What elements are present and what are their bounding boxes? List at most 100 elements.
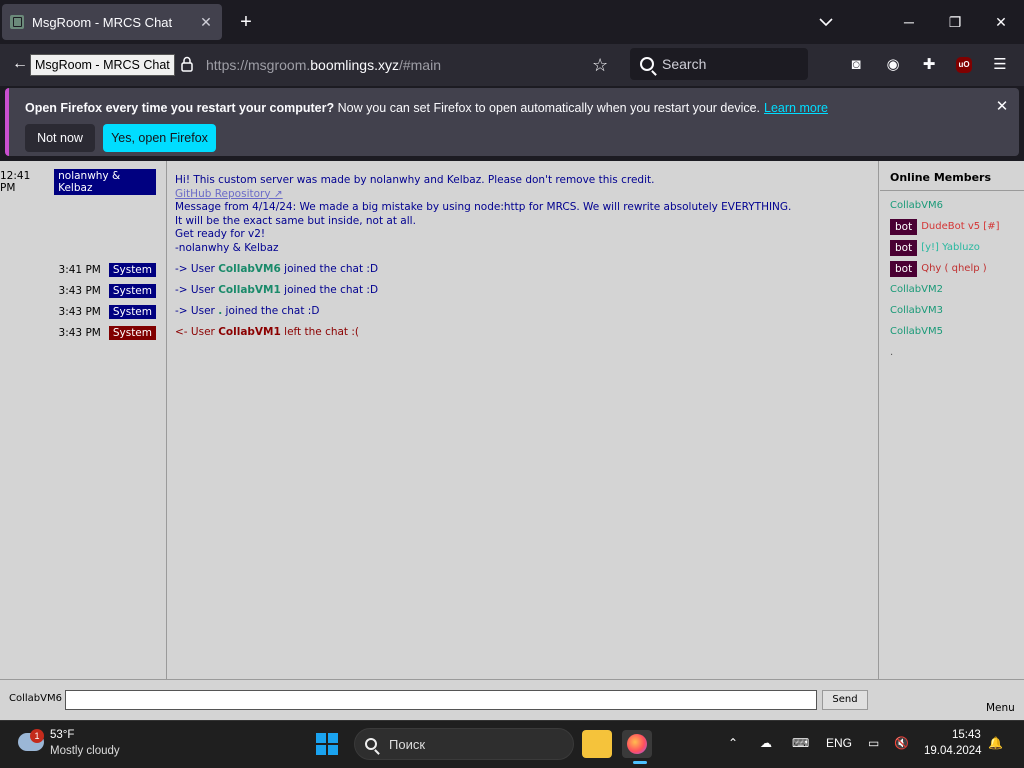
taskbar-search[interactable]: Поиск [354,728,574,760]
notifications-bell-icon[interactable]: 🔔 [988,736,1003,750]
member-name: [y!] Yabluzo [921,242,980,253]
message-line: Message from 4/14/24: We made a big mist… [175,201,792,213]
minimize-button[interactable]: ─ [896,10,922,34]
notification-bold-text: Open Firefox every time you restart your… [25,101,335,115]
navigation-bar: ← MsgRoom - MRCS Chat https://msgroom.bo… [0,44,1024,86]
cloud-sync-icon[interactable]: ☁ [760,736,772,750]
url-prefix: https://msgroom. [206,57,311,73]
message-line: Get ready for v2! [175,228,266,240]
message-input[interactable] [65,690,817,710]
tab-tooltip: MsgRoom - MRCS Chat [30,54,175,76]
message-line: Hi! This custom server was made by nolan… [175,174,655,186]
search-icon [640,57,654,71]
message-meta: 3:43 PM System [59,325,156,341]
active-app-indicator [633,761,647,764]
online-members-panel: Online Members CollabVM6 bot DudeBot v5 [… [880,161,1024,679]
network-icon[interactable]: ▭ [868,736,879,750]
system-prefix: -> User [175,284,219,296]
language-indicator[interactable]: ENG [826,736,852,750]
ublock-origin-icon[interactable]: uO [956,57,972,73]
message-body: Hi! This custom server was made by nolan… [175,174,791,255]
notification-count-badge: 1 [30,729,44,743]
chevron-up-icon[interactable]: ⌃ [728,736,738,750]
system-message: -> User CollabVM1 joined the chat :D [175,284,378,296]
system-message: -> User CollabVM6 joined the chat :D [175,263,378,275]
restore-button[interactable]: ❐ [942,10,968,34]
clock-date[interactable]: 19.04.2024 [924,745,982,757]
keyboard-icon[interactable]: ⌨ [792,736,809,750]
send-button[interactable]: Send [822,690,868,710]
message-list: Hi! This custom server was made by nolan… [167,161,879,679]
not-now-button[interactable]: Not now [25,124,95,152]
back-arrow-icon[interactable]: ← [12,54,32,74]
author-badge[interactable]: System [108,263,156,277]
message-meta: 3:41 PM System [59,262,156,278]
notification-text: Now you can set Firefox to open automati… [334,101,761,115]
system-suffix: left the chat :( [280,326,360,338]
author-badge[interactable]: System [108,284,156,298]
message-line: It will be the exact same but inside, no… [175,214,416,227]
system-suffix: joined the chat :D [222,305,320,317]
member-item[interactable]: CollabVM5 [880,321,1024,342]
clock-time[interactable]: 15:43 [952,729,981,741]
file-explorer-icon[interactable] [582,730,612,758]
chat-page: 12:41 PM nolanwhy & Kelbaz 3:41 PM Syste… [0,161,1024,720]
member-item[interactable]: CollabVM6 [880,195,1024,216]
new-tab-button[interactable]: + [234,10,258,34]
tab-strip: MsgRoom - MRCS Chat ✕ + ─ ❐ ✕ [0,0,1024,44]
message-time: 3:43 PM [58,285,101,297]
member-name: DudeBot v5 [#] [921,221,1000,232]
close-tab-icon[interactable]: ✕ [198,14,214,30]
system-user: CollabVM6 [218,263,281,275]
author-badge[interactable]: nolanwhy & Kelbaz [54,169,156,195]
bookmark-star-icon[interactable]: ☆ [592,54,614,76]
system-prefix: <- User [175,326,219,338]
nickname-label[interactable]: CollabVM6 [9,693,62,704]
bot-badge: bot [890,239,918,256]
list-all-tabs-icon[interactable] [816,12,836,32]
weather-description[interactable]: Mostly cloudy [50,745,120,757]
message-input-bar: CollabVM6 Send Menu [0,679,1024,720]
volume-icon[interactable]: 🔇 [894,736,909,750]
author-badge[interactable]: System [108,326,156,340]
firefox-icon[interactable] [622,730,652,758]
url-suffix: /#main [398,57,441,73]
search-box[interactable]: Search [630,48,808,80]
bot-badge: bot [890,260,918,277]
weather-temperature[interactable]: 53°F [50,729,74,741]
github-repository-link[interactable]: GitHub Repository ↗ [175,188,791,202]
author-badge[interactable]: System [108,305,156,319]
learn-more-link[interactable]: Learn more [764,101,828,115]
member-item[interactable]: . [880,342,1024,363]
taskbar-search-label: Поиск [389,736,426,752]
member-name: CollabVM3 [890,305,943,316]
search-icon [365,738,377,750]
system-suffix: joined the chat :D [280,263,379,275]
member-name: CollabVM5 [890,326,943,337]
message-meta: 12:41 PM nolanwhy & Kelbaz [0,169,156,195]
system-message: -> User . joined the chat :D [175,305,319,317]
app-menu-icon[interactable]: ☰ [989,54,1011,76]
member-item[interactable]: CollabVM2 [880,279,1024,300]
message-meta: 3:43 PM System [59,304,156,320]
account-icon[interactable]: ◉ [882,54,904,76]
yes-open-firefox-button[interactable]: Yes, open Firefox [103,124,216,152]
tab-msgroom[interactable]: MsgRoom - MRCS Chat ✕ [2,4,222,40]
tab-title: MsgRoom - MRCS Chat [32,14,173,30]
lock-icon[interactable] [180,56,194,72]
menu-button[interactable]: Menu [986,702,1015,714]
member-item[interactable]: bot Qhy ( qhelp ) [880,258,1024,279]
message-meta-column: 12:41 PM nolanwhy & Kelbaz 3:41 PM Syste… [0,161,167,679]
close-window-button[interactable]: ✕ [988,10,1014,34]
member-item[interactable]: bot [y!] Yabluzo [880,237,1024,258]
windows-start-icon[interactable] [316,733,338,755]
message-time: 12:41 PM [0,170,31,194]
member-name: Qhy ( qhelp ) [921,263,987,274]
member-item[interactable]: CollabVM3 [880,300,1024,321]
close-notification-icon[interactable]: ✕ [993,98,1011,116]
bot-badge: bot [890,218,918,235]
url-bar[interactable]: https://msgroom.boomlings.xyz/#main [206,56,441,74]
member-item[interactable]: bot DudeBot v5 [#] [880,216,1024,237]
pocket-icon[interactable]: ◙ [845,54,867,76]
extensions-icon[interactable]: ✚ [918,54,940,76]
